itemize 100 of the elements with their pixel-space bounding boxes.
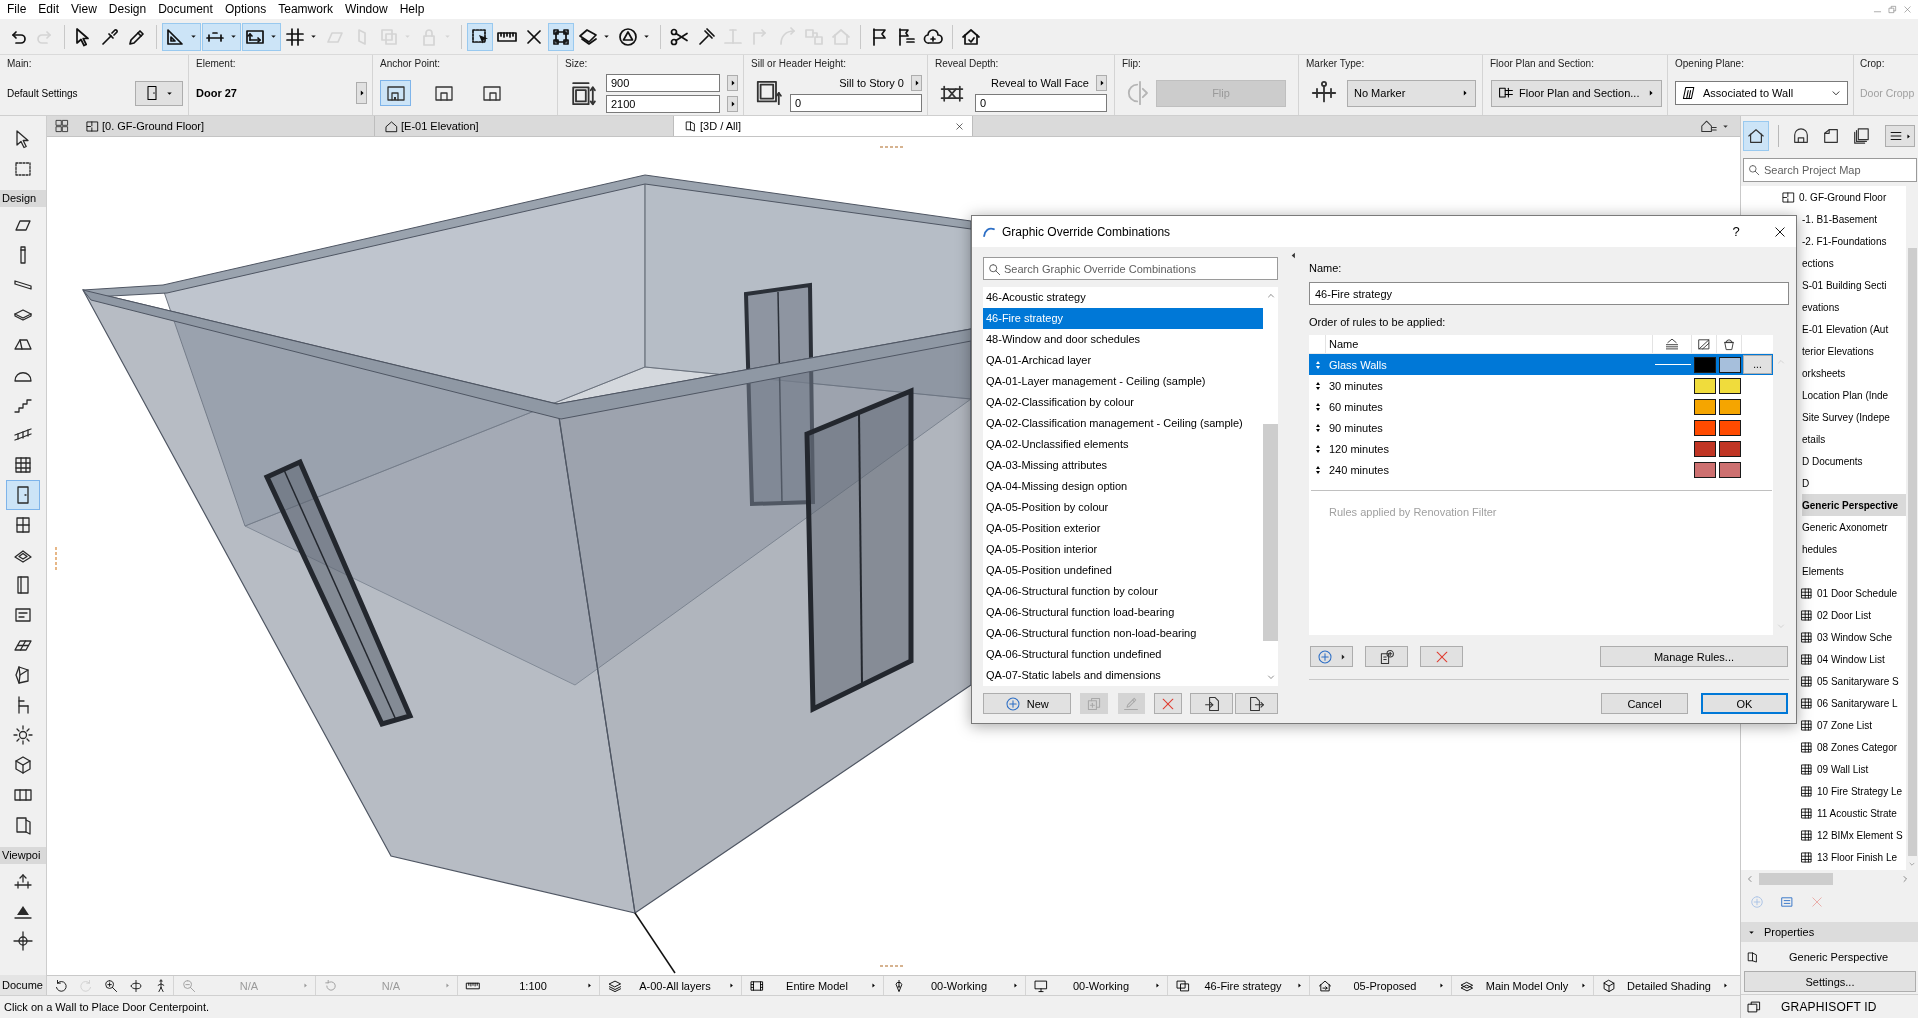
tree-item[interactable]: 03 Window Sche <box>1800 626 1906 648</box>
status-dropdown[interactable]: 00-Working <box>883 976 1025 995</box>
tree-item[interactable]: hedules <box>1802 538 1906 560</box>
splitter-handle-icon[interactable] <box>55 546 57 572</box>
more-button[interactable]: ... <box>1743 355 1772 374</box>
tree-item[interactable]: etails <box>1802 428 1906 450</box>
account-label[interactable]: GRAPHISOFT ID <box>1781 999 1877 1014</box>
export-button[interactable] <box>1235 693 1278 714</box>
toolbar-button[interactable] <box>467 22 493 51</box>
list-item[interactable]: QA-07-Static labels and dimensions <box>983 665 1263 686</box>
menu-item[interactable]: Help <box>393 0 431 19</box>
tree-item[interactable]: Site Survey (Indepe <box>1802 406 1906 428</box>
tree-item[interactable]: -1. B1-Basement <box>1802 208 1906 230</box>
list-item[interactable]: QA-01-Layer management - Ceiling (sample) <box>983 371 1263 392</box>
tree-item[interactable]: terior Elevations <box>1802 340 1906 362</box>
swatch-icon[interactable] <box>1718 461 1741 478</box>
menu-item[interactable]: Teamwork <box>272 0 339 19</box>
list-item[interactable]: QA-06-Structural function by colour <box>983 581 1263 602</box>
search-field[interactable]: Search Project Map <box>1743 158 1917 182</box>
delete-rule-button[interactable] <box>1420 646 1463 667</box>
tree-item[interactable]: 06 Sanitaryware L <box>1800 692 1906 714</box>
tree-item[interactable]: D <box>1802 472 1906 494</box>
tree-item[interactable]: Generic Perspective <box>1802 494 1906 516</box>
list-item[interactable]: 46-Acoustic strategy <box>983 287 1263 308</box>
tree-item[interactable]: E-01 Elevation (Aut <box>1802 318 1906 340</box>
tree-item[interactable]: 01 Door Schedule <box>1800 582 1906 604</box>
rule-row[interactable]: Glass Walls ... <box>1309 354 1773 375</box>
view-tab[interactable]: [3D / All] <box>674 116 973 136</box>
tree-item[interactable]: -2. F1-Foundations <box>1802 230 1906 252</box>
tree-item[interactable]: 07 Zone List <box>1800 714 1906 736</box>
anchor-point-button[interactable] <box>380 80 411 106</box>
cancel-button[interactable]: Cancel <box>1601 693 1688 714</box>
height-field[interactable]: 2100 <box>606 94 720 113</box>
navigator-view-button[interactable] <box>1743 121 1769 151</box>
marker-type-dropdown[interactable]: No Marker <box>1347 79 1476 107</box>
add-criteria-rule-button[interactable] <box>1365 646 1408 667</box>
close-icon[interactable] <box>955 121 964 131</box>
swatch-icon[interactable] <box>1693 398 1716 415</box>
reveal-depth-field[interactable]: 0 <box>975 94 1107 112</box>
tree-item[interactable]: 0. GF-Ground Floor <box>1782 186 1906 208</box>
tool-button[interactable] <box>6 480 40 510</box>
tree-item[interactable]: 10 Fire Strategy Le <box>1800 780 1906 802</box>
tree-item[interactable]: 04 Window List <box>1800 648 1906 670</box>
manage-rules-button[interactable]: Manage Rules... <box>1600 646 1788 667</box>
import-button[interactable] <box>1190 693 1234 714</box>
search-field[interactable]: Search Graphic Override Combinations <box>983 257 1278 280</box>
tree-item[interactable]: Location Plan (Inde <box>1802 384 1906 406</box>
tree-item[interactable]: 09 Wall List <box>1800 758 1906 780</box>
opening-plane-select[interactable]: Associated to Wall <box>1675 81 1848 105</box>
settings-button[interactable]: Settings... <box>1744 971 1916 992</box>
menu-item[interactable]: Options <box>218 0 273 19</box>
tree-item[interactable]: 02 Door List <box>1800 604 1906 626</box>
delete-button[interactable] <box>1154 693 1183 714</box>
tree-item[interactable]: 13 Floor Finish Le <box>1800 846 1906 868</box>
swatch-icon[interactable] <box>1718 377 1741 394</box>
status-dropdown[interactable]: Entire Model <box>741 976 883 995</box>
swatch-icon[interactable] <box>1693 377 1716 394</box>
list-item[interactable]: QA-04-Missing design option <box>983 476 1263 497</box>
splitter-handle-icon[interactable] <box>879 146 905 148</box>
tree-item[interactable]: ections <box>1802 252 1906 274</box>
rule-row[interactable]: 120 minutes <box>1309 438 1773 459</box>
list-item[interactable]: QA-05-Position by colour <box>983 497 1263 518</box>
list-item[interactable]: QA-02-Classification management - Ceiling (sample) <box>983 413 1263 434</box>
width-field[interactable]: 900 <box>606 73 720 92</box>
new-button[interactable]: New <box>983 693 1071 714</box>
list-item[interactable]: QA-03-Missing attributes <box>983 455 1263 476</box>
name-field[interactable]: 46-Fire strategy <box>1309 282 1789 305</box>
tree-item[interactable]: orksheets <box>1802 362 1906 384</box>
toolbar-button[interactable] <box>202 22 241 51</box>
status-dropdown[interactable]: 1:100 <box>457 976 599 995</box>
list-item[interactable]: QA-02-Classification by colour <box>983 392 1263 413</box>
rule-row[interactable]: 90 minutes <box>1309 417 1773 438</box>
tree-item[interactable]: 05 Sanitaryware S <box>1800 670 1906 692</box>
swatch-icon[interactable] <box>1718 398 1741 415</box>
list-item[interactable]: QA-06-Structural function load-bearing <box>983 602 1263 623</box>
swatch-icon[interactable] <box>1693 440 1716 457</box>
swatch-icon[interactable] <box>1693 461 1716 478</box>
status-dropdown[interactable]: 46-Fire strategy <box>1167 976 1309 995</box>
tree-item[interactable]: D Documents <box>1802 450 1906 472</box>
floor-plan-section-button[interactable]: Floor Plan and Section... <box>1491 79 1662 107</box>
menu-item[interactable]: View <box>65 0 103 19</box>
swatch-icon[interactable] <box>1718 419 1741 436</box>
status-dropdown[interactable]: Main Model Only <box>1451 976 1593 995</box>
list-item[interactable]: QA-02-Unclassified elements <box>983 434 1263 455</box>
status-dropdown[interactable]: 05-Proposed <box>1309 976 1451 995</box>
menu-item[interactable]: Document <box>152 0 219 19</box>
menu-item[interactable]: File <box>1 0 33 19</box>
list-item[interactable]: QA-05-Position interior <box>983 539 1263 560</box>
tree-item[interactable]: evations <box>1802 296 1906 318</box>
list-item[interactable]: QA-06-Structural function non-load-bearing <box>983 623 1263 644</box>
list-item[interactable]: QA-01-Archicad layer <box>983 350 1263 371</box>
menu-item[interactable]: Edit <box>32 0 66 19</box>
swatch-icon[interactable] <box>1693 356 1716 373</box>
list-item[interactable]: 46-Fire strategy <box>983 308 1263 329</box>
rule-row[interactable]: 60 minutes <box>1309 396 1773 417</box>
status-dropdown[interactable]: A-00-All layers <box>599 976 741 995</box>
rule-row[interactable]: 30 minutes <box>1309 375 1773 396</box>
swatch-icon[interactable] <box>1693 419 1716 436</box>
help-button[interactable]: ? <box>1721 217 1751 246</box>
tree-item[interactable]: 08 Zones Categor <box>1800 736 1906 758</box>
